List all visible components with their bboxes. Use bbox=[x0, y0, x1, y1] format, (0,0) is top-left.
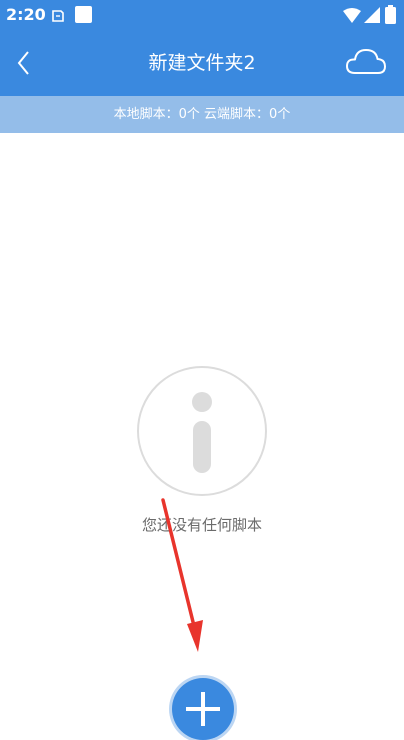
notification-icon bbox=[52, 10, 64, 22]
script-count-bar: 本地脚本：0个 云端脚本：0个 bbox=[0, 96, 404, 133]
annotation-arrow-icon bbox=[161, 498, 203, 652]
chevron-left-icon bbox=[17, 51, 29, 75]
status-time: 2:20 bbox=[6, 5, 46, 24]
plus-icon bbox=[186, 692, 220, 726]
status-bar: 2:20 bbox=[0, 0, 404, 31]
signal-icon bbox=[364, 7, 380, 23]
battery-icon bbox=[385, 5, 396, 24]
back-button[interactable] bbox=[8, 45, 44, 81]
wifi-icon bbox=[343, 8, 361, 23]
app-notification-icon bbox=[75, 6, 92, 23]
cloud-icon bbox=[346, 49, 386, 74]
app-bar: 新建文件夹2 bbox=[0, 31, 404, 96]
cloud-button[interactable] bbox=[344, 45, 388, 81]
info-icon bbox=[137, 366, 267, 496]
add-script-button[interactable] bbox=[172, 678, 234, 740]
